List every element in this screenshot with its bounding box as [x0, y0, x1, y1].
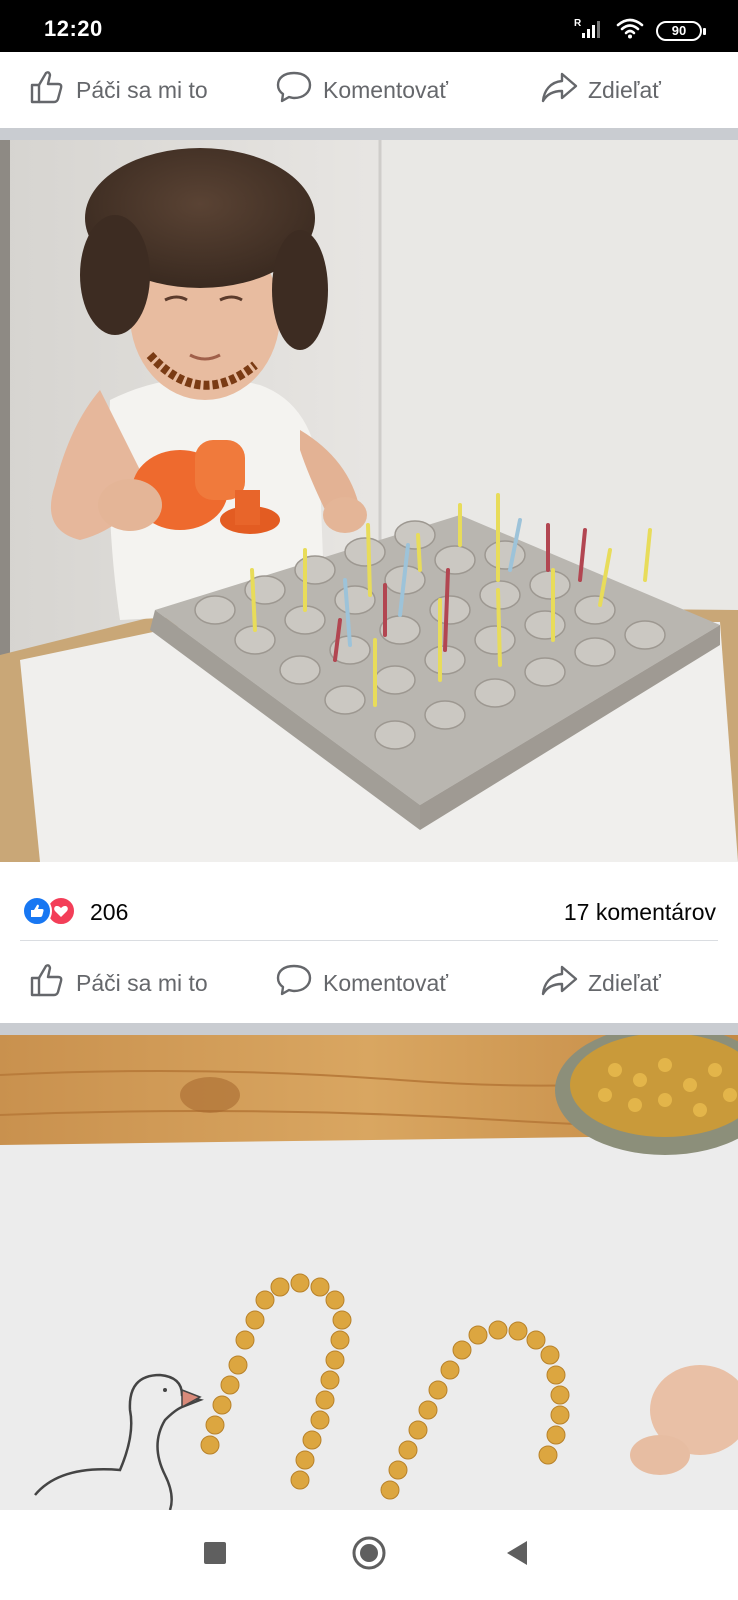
circle-home-icon — [352, 1536, 386, 1575]
comment-icon — [275, 961, 313, 1005]
home-button[interactable] — [352, 1536, 386, 1575]
reaction-count[interactable]: 206 — [90, 899, 128, 926]
comment-icon — [275, 68, 313, 112]
battery-icon: 90 — [656, 20, 706, 41]
comment-label: Komentovať — [323, 76, 448, 103]
next-post-photo-image — [0, 1035, 738, 1510]
share-icon — [540, 961, 578, 1005]
post-photo[interactable] — [0, 140, 738, 862]
share-button[interactable]: Zdieľať — [540, 961, 661, 1005]
wifi-icon — [616, 17, 644, 44]
thumbs-up-icon — [28, 961, 66, 1005]
signal-roaming-label: R — [574, 18, 582, 29]
status-bar: 12:20 R 90 — [0, 0, 738, 52]
system-nav-bar — [0, 1510, 738, 1600]
share-button[interactable]: Zdieľať — [540, 68, 661, 112]
post-photo-image — [0, 140, 738, 862]
square-icon — [204, 1541, 226, 1569]
share-icon — [540, 68, 578, 112]
reaction-icons[interactable] — [22, 896, 76, 926]
comment-label: Komentovať — [323, 969, 448, 996]
post-divider — [0, 128, 738, 140]
share-label: Zdieľať — [588, 76, 661, 103]
post-divider — [0, 1023, 738, 1035]
next-post-photo[interactable] — [0, 1035, 738, 1510]
comment-button[interactable]: Komentovať — [275, 68, 448, 112]
signal-icon: R — [574, 17, 604, 44]
like-button[interactable]: Páči sa mi to — [28, 68, 208, 112]
like-icon — [22, 896, 52, 926]
status-time: 12:20 — [44, 16, 103, 41]
post-actions-top: Páči sa mi to Komentovať Zdieľať — [0, 52, 738, 128]
comments-count-link[interactable]: 17 komentárov — [564, 899, 716, 926]
status-icons: R 90 — [574, 17, 706, 44]
like-button[interactable]: Páči sa mi to — [28, 961, 208, 1005]
post-actions-bottom: Páči sa mi to Komentovať Zdieľať — [0, 945, 738, 1021]
back-button[interactable] — [500, 1538, 534, 1572]
like-label: Páči sa mi to — [76, 76, 208, 103]
like-label: Páči sa mi to — [76, 969, 208, 996]
back-triangle-icon — [505, 1540, 529, 1571]
reactions-summary: 206 17 komentárov — [0, 882, 738, 940]
share-label: Zdieľať — [588, 969, 661, 996]
thumbs-up-icon — [28, 68, 66, 112]
recents-button[interactable] — [198, 1538, 232, 1572]
comment-button[interactable]: Komentovať — [275, 961, 448, 1005]
row-separator — [20, 940, 718, 941]
